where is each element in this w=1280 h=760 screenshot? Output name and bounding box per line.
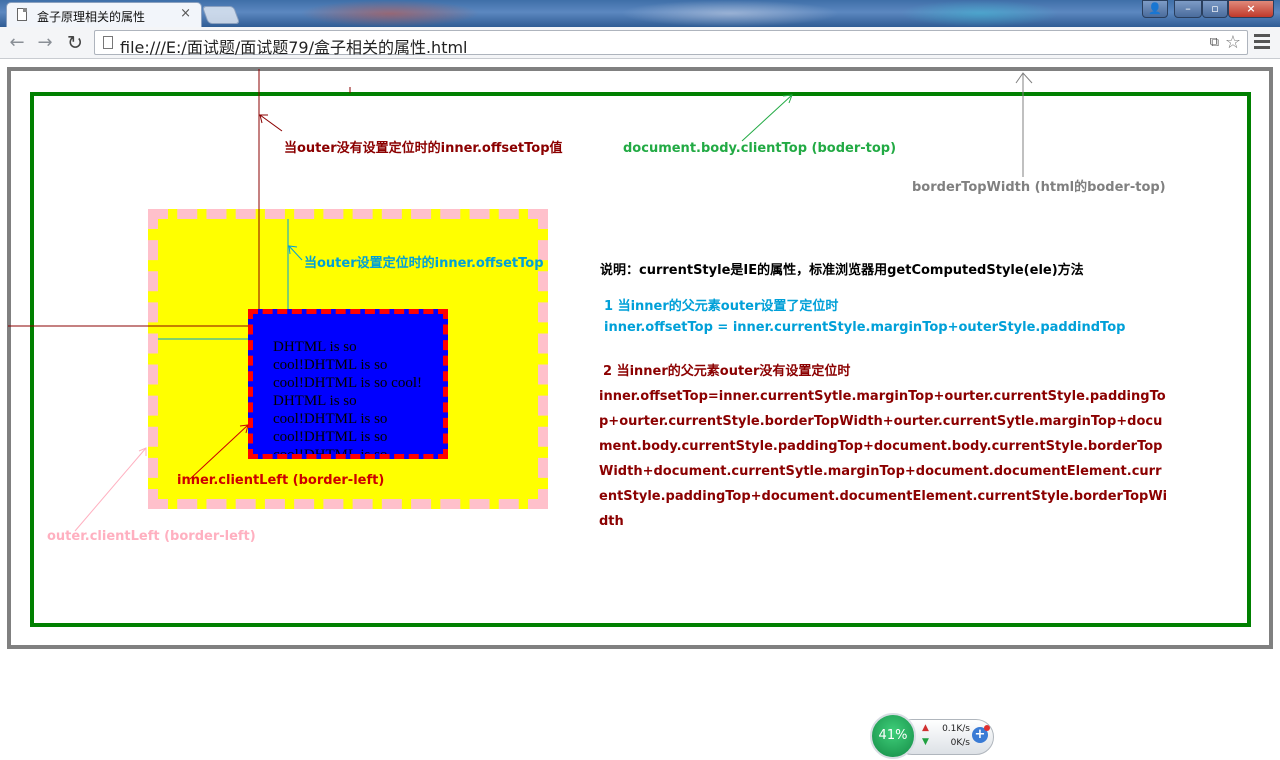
forward-icon[interactable]: → [34, 32, 56, 54]
label-border-top-width: borderTopWidth (html的boder-top) [912, 180, 1166, 195]
page-icon [17, 8, 27, 21]
case1-heading: 1 当inner的父元素outer设置了定位时 [604, 299, 839, 314]
inner-text: DHTML is so cool!DHTML is so cool!DHTML … [273, 339, 423, 459]
document-icon [103, 36, 113, 49]
menu-icon[interactable] [1254, 34, 1270, 50]
network-speed-widget[interactable]: 41% ▲ ▼ 0.1K/s 0K/s + [870, 713, 996, 759]
page-viewport: DHTML is so cool!DHTML is so cool!DHTML … [0, 59, 1280, 760]
user-icon[interactable]: 👤 [1142, 0, 1168, 18]
desktop-background [620, 0, 840, 27]
upload-arrow-icon: ▲ [922, 723, 929, 733]
case2-formula: inner.offsetTop=inner.currentSytle.margi… [599, 389, 1168, 529]
desktop-background [300, 0, 480, 27]
browser-tab[interactable]: 盒子原理相关的属性 × [6, 2, 202, 27]
url-text[interactable]: file:///E:/面试题/面试题79/盒子相关的属性.html [120, 34, 468, 58]
label-body-client-top: document.body.clientTop (boder-top) [623, 141, 897, 156]
new-tab-button[interactable] [201, 6, 241, 24]
desktop-background [900, 0, 1060, 27]
address-bar[interactable]: file:///E:/面试题/面试题79/盒子相关的属性.html ⧉ ☆ [94, 30, 1248, 58]
explanation-title: 说明：currentStyle是IE的属性，标准浏览器用getComputedS… [600, 263, 1084, 278]
upload-speed: 0.1K/s [942, 724, 970, 734]
cpu-percent-gauge[interactable]: 41% [870, 713, 916, 759]
label-inner-client-left: inner.clientLeft (border-left) [177, 473, 385, 488]
maximize-button[interactable]: ▫ [1202, 0, 1228, 18]
label-offset-top-no-position: 当outer没有设置定位时的inner.offsetTop值 [284, 141, 563, 156]
bookmark-star-icon[interactable]: ☆ [1225, 32, 1241, 53]
back-icon[interactable]: ← [6, 32, 28, 54]
label-outer-client-left: outer.clientLeft (border-left) [47, 529, 256, 544]
close-button[interactable]: × [1228, 0, 1274, 18]
download-speed: 0K/s [950, 738, 970, 748]
reload-icon[interactable]: ↻ [64, 32, 86, 54]
plus-icon[interactable]: + [972, 725, 990, 743]
minimize-button[interactable]: – [1174, 0, 1202, 18]
case1-formula: inner.offsetTop = inner.currentStyle.mar… [604, 320, 1126, 335]
download-arrow-icon: ▼ [922, 737, 929, 747]
translate-icon[interactable]: ⧉ [1210, 35, 1219, 50]
browser-toolbar: ← → ↻ file:///E:/面试题/面试题79/盒子相关的属性.html … [0, 27, 1280, 59]
label-offset-top-with-position: 当outer设置定位时的inner.offsetTop [304, 256, 544, 271]
inner-box: DHTML is so cool!DHTML is so cool!DHTML … [248, 309, 448, 459]
case2-heading: 2 当inner的父元素outer没有设置定位时 [603, 364, 851, 379]
tab-close-icon[interactable]: × [180, 6, 191, 21]
window-titlebar: 盒子原理相关的属性 × 👤 – ▫ × [0, 0, 1280, 27]
tab-title: 盒子原理相关的属性 [37, 10, 146, 24]
